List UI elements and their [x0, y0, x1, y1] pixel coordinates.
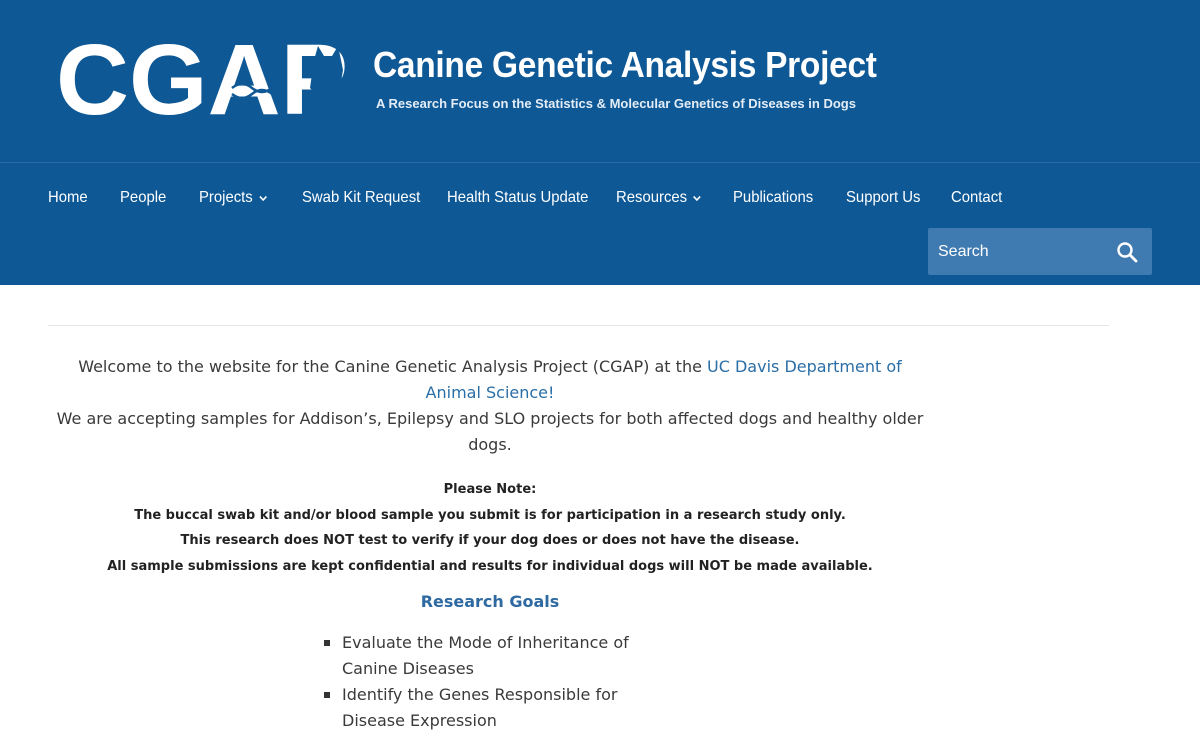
nav-label: Publications	[733, 189, 814, 206]
nav-support-us[interactable]: Support Us	[846, 189, 944, 207]
nav-label: Support Us	[846, 189, 921, 206]
nav-resources[interactable]: Resources	[616, 189, 725, 207]
svg-text:CGAP: CGAP	[56, 32, 348, 124]
research-goals-heading: Research Goals	[420, 592, 560, 611]
nav-projects[interactable]: Projects	[199, 189, 295, 207]
nav-label: People	[120, 189, 167, 206]
list-item: Evaluate the Mode of Inheritance of Cani…	[322, 630, 672, 682]
main-content: Welcome to the website for the Canine Ge…	[48, 354, 932, 611]
content-divider	[48, 325, 1109, 326]
nav-label: Home	[48, 189, 88, 206]
list-item: Identify the Genes Responsible for Disea…	[322, 682, 672, 734]
chevron-down-icon	[693, 195, 702, 202]
nav-label: Health Status Update	[447, 189, 589, 206]
nav-swab-kit-request[interactable]: Swab Kit Request	[302, 189, 437, 207]
site-tagline: A Research Focus on the Statistics & Mol…	[376, 96, 856, 111]
nav-home[interactable]: Home	[48, 189, 115, 207]
site-header: CGAP Canine Genetic Analysis Project A R…	[0, 0, 1200, 285]
cgap-logo[interactable]: CGAP	[56, 32, 352, 124]
chevron-down-icon	[259, 195, 267, 202]
nav-label: Resources	[616, 189, 688, 206]
nav-label: Contact	[951, 189, 1003, 206]
welcome-paragraph: Welcome to the website for the Canine Ge…	[48, 354, 932, 458]
main-nav: Home People Projects Swab Kit Request He…	[48, 186, 1011, 210]
nav-contact[interactable]: Contact	[951, 189, 1007, 207]
please-note-block: Please Note: The buccal swab kit and/or …	[48, 477, 932, 579]
search-input[interactable]	[928, 228, 1108, 275]
nav-people[interactable]: People	[120, 189, 193, 207]
nav-health-status-update[interactable]: Health Status Update	[447, 189, 604, 207]
note-line: All sample submissions are kept confiden…	[107, 558, 873, 574]
search-icon[interactable]	[1116, 241, 1138, 263]
brand-bar: CGAP Canine Genetic Analysis Project A R…	[0, 0, 1200, 163]
nav-label: Swab Kit Request	[302, 189, 421, 206]
site-title[interactable]: Canine Genetic Analysis Project	[373, 44, 877, 86]
accepting-text: We are accepting samples for Addison’s, …	[56, 409, 924, 454]
note-line: The buccal swab kit and/or blood sample …	[134, 507, 846, 523]
research-goals-list: Evaluate the Mode of Inheritance of Cani…	[322, 630, 672, 734]
nav-publications[interactable]: Publications	[733, 189, 838, 207]
note-heading: Please Note:	[443, 482, 537, 497]
nav-label: Projects	[199, 189, 253, 206]
welcome-text: Welcome to the website for the Canine Ge…	[78, 357, 708, 376]
note-line: This research does NOT test to verify if…	[180, 533, 800, 548]
